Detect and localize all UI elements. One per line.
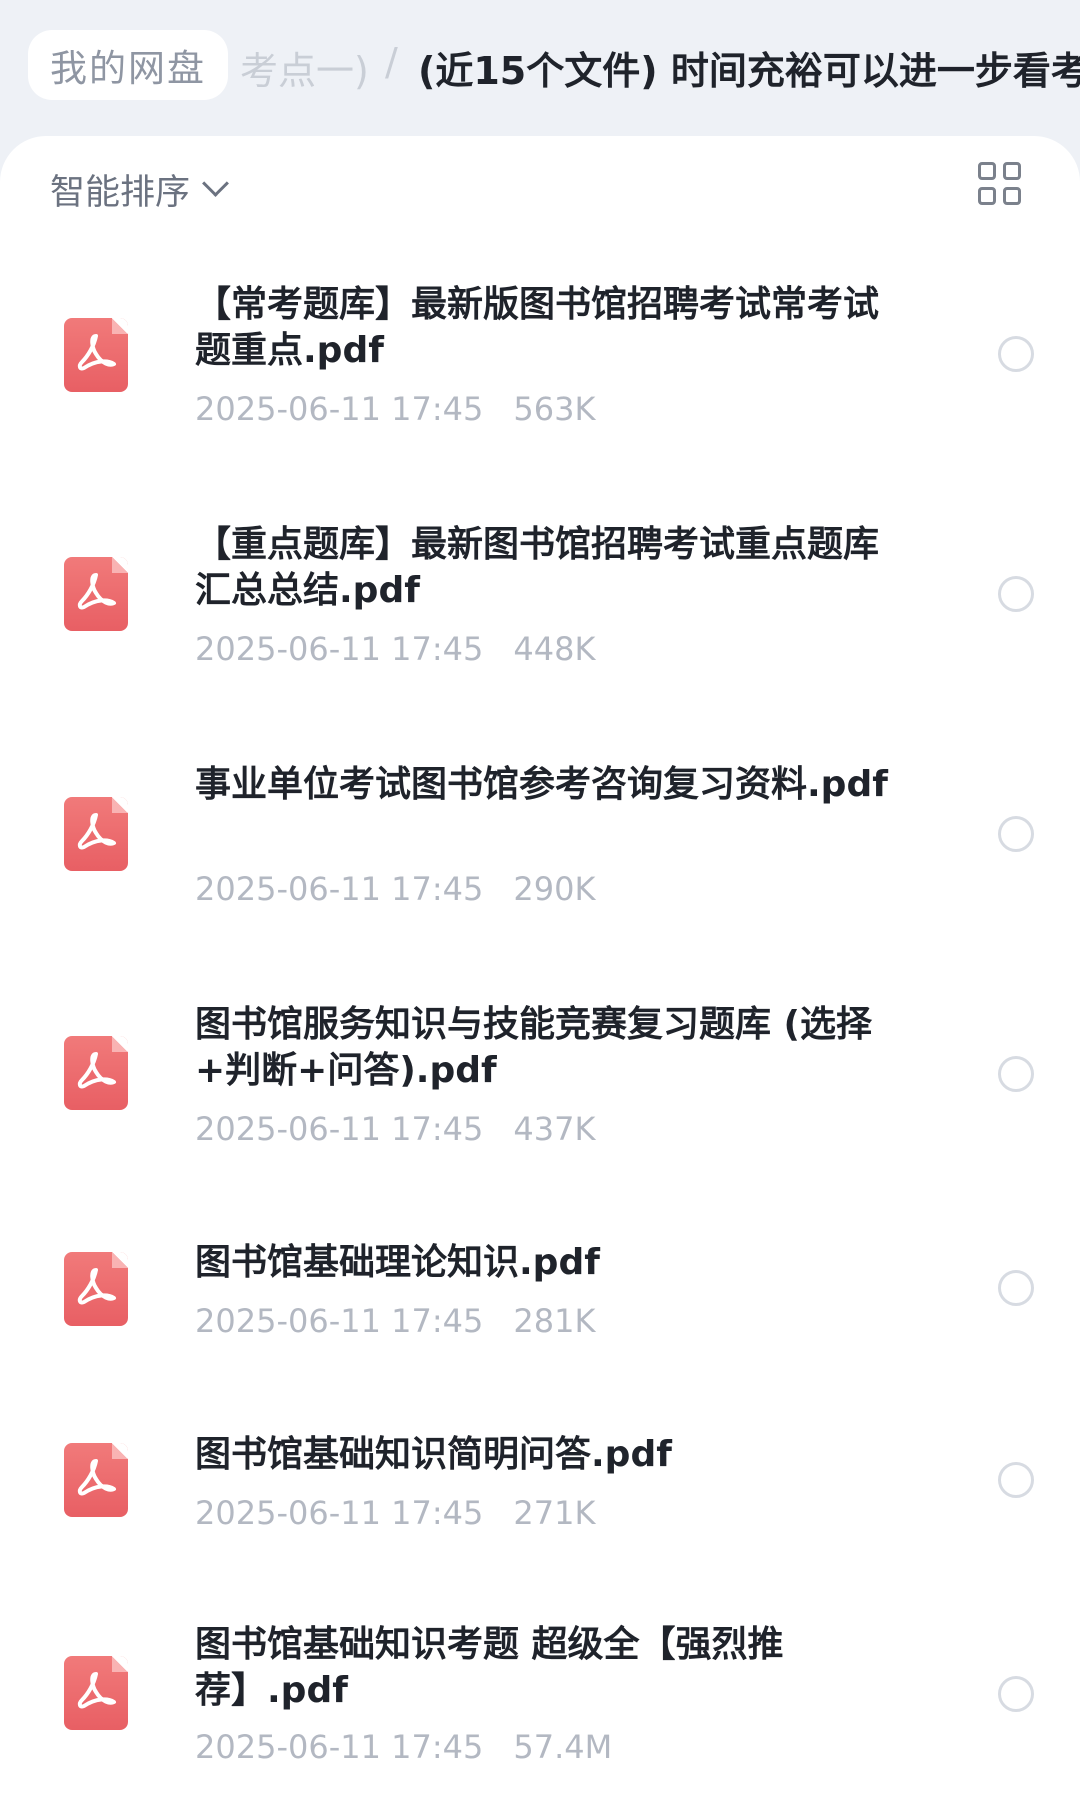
file-size: 563K — [513, 390, 596, 428]
pdf-icon — [64, 1656, 128, 1730]
file-size: 437K — [513, 1110, 596, 1148]
select-checkbox[interactable] — [998, 1462, 1034, 1498]
pdf-icon — [64, 318, 128, 392]
file-name: 图书馆基础知识考题 超级全【强烈推荐】.pdf — [195, 1624, 784, 1711]
select-checkbox[interactable] — [998, 816, 1034, 852]
select-checkbox[interactable] — [998, 1056, 1034, 1092]
sort-dropdown[interactable]: 智能排序 — [50, 164, 229, 215]
file-meta: 2025-06-11 17:45 290K — [195, 870, 595, 908]
file-name: 图书馆服务知识与技能竞赛复习题库 (选择+判断+问答).pdf — [195, 1004, 872, 1091]
file-date: 2025-06-11 17:45 — [195, 1302, 484, 1340]
pdf-icon — [64, 1036, 128, 1110]
select-checkbox[interactable] — [998, 576, 1034, 612]
file-name: 事业单位考试图书馆参考咨询复习资料.pdf — [195, 764, 888, 805]
file-meta: 2025-06-11 17:45 57.4M — [195, 1728, 612, 1766]
file-name: 【重点题库】最新图书馆招聘考试重点题库汇总总结.pdf — [195, 524, 880, 611]
breadcrumb-current-folder: (近15个文件) 时间充裕可以进一步看考 — [418, 49, 1080, 93]
grid-view-icon[interactable] — [978, 162, 1022, 206]
breadcrumb-parent-link[interactable]: 考点一) — [240, 40, 369, 95]
file-date: 2025-06-11 17:45 — [195, 1494, 484, 1532]
chevron-down-icon — [202, 170, 229, 197]
file-date: 2025-06-11 17:45 — [195, 1110, 484, 1148]
breadcrumb: 我的网盘 考点一) / (近15个文件) 时间充裕可以进一步看考 — [0, 0, 1080, 140]
breadcrumb-home-button[interactable]: 我的网盘 — [28, 30, 228, 100]
file-meta: 2025-06-11 17:45 281K — [195, 1302, 595, 1340]
file-name: 图书馆基础知识简明问答.pdf — [195, 1434, 672, 1475]
file-meta: 2025-06-11 17:45 448K — [195, 630, 595, 668]
pdf-icon — [64, 557, 128, 631]
file-date: 2025-06-11 17:45 — [195, 1728, 484, 1766]
breadcrumb-separator: / — [385, 40, 398, 84]
file-name: 图书馆基础理论知识.pdf — [195, 1242, 600, 1283]
select-checkbox[interactable] — [998, 1676, 1034, 1712]
file-panel: 智能排序 — [0, 136, 1080, 1816]
file-size: 57.4M — [513, 1728, 613, 1766]
file-date: 2025-06-11 17:45 — [195, 870, 484, 908]
pdf-icon — [64, 797, 128, 871]
file-date: 2025-06-11 17:45 — [195, 390, 484, 428]
file-size: 290K — [513, 870, 596, 908]
file-meta: 2025-06-11 17:45 437K — [195, 1110, 595, 1148]
file-name: 【常考题库】最新版图书馆招聘考试常考试题重点.pdf — [195, 284, 880, 371]
file-size: 281K — [513, 1302, 596, 1340]
file-size: 271K — [513, 1494, 596, 1532]
file-meta: 2025-06-11 17:45 563K — [195, 390, 595, 428]
pdf-icon — [64, 1252, 128, 1326]
file-meta: 2025-06-11 17:45 271K — [195, 1494, 595, 1532]
file-date: 2025-06-11 17:45 — [195, 630, 484, 668]
select-checkbox[interactable] — [998, 336, 1034, 372]
sort-label: 智能排序 — [50, 173, 191, 213]
file-size: 448K — [513, 630, 596, 668]
select-checkbox[interactable] — [998, 1270, 1034, 1306]
pdf-icon — [64, 1443, 128, 1517]
